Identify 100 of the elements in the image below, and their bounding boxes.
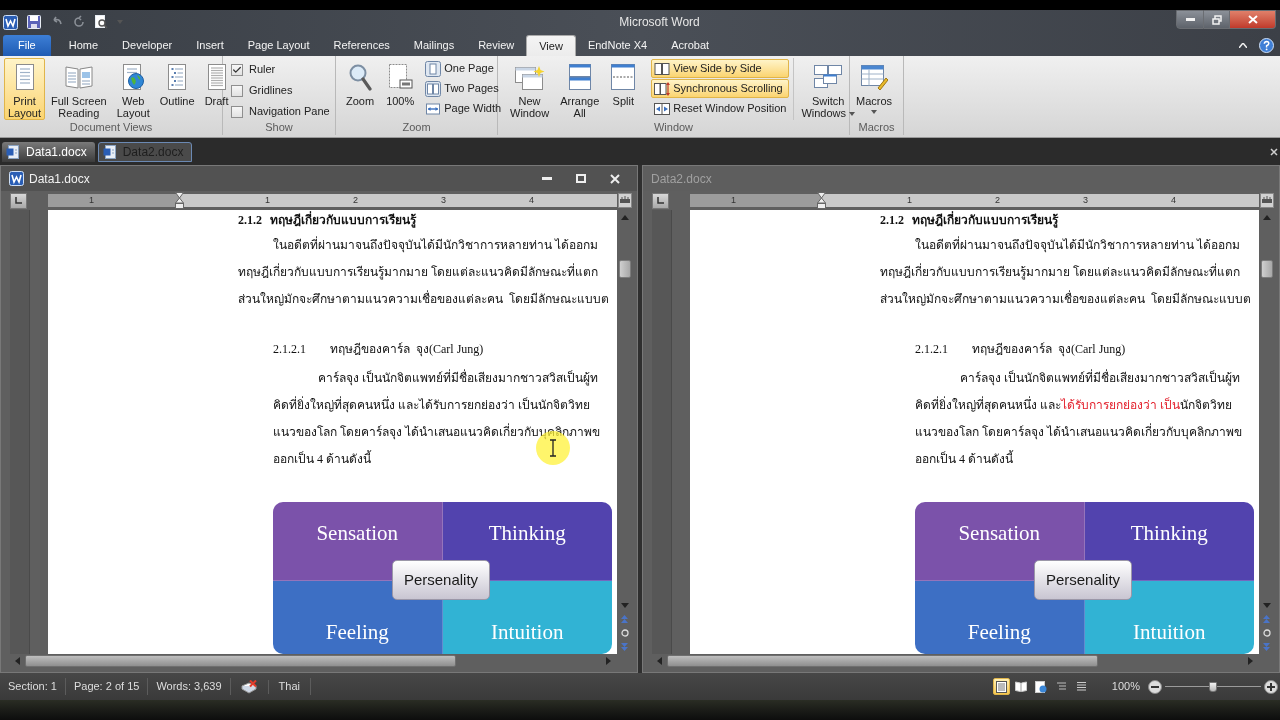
ribbon-button[interactable]: Print Layout (4, 58, 46, 120)
close-button[interactable] (1230, 10, 1276, 29)
page-zoom-icon (387, 62, 414, 91)
circle-icon (1262, 629, 1271, 637)
ribbon-tab[interactable]: Page Layout (235, 35, 322, 56)
ribbon-button[interactable]: Two Pages (422, 79, 505, 98)
ribbon-button[interactable]: Draft (200, 58, 233, 120)
file-tab[interactable]: File (3, 35, 51, 56)
text-line: ทฤษฎีเกี่ยวกับแบบการเรียนรู้มากมาย โดยแต่ละแนวคิดมีลักษณะที่แตก (880, 265, 1240, 279)
status-page[interactable]: Page: 2 of 15 (65, 678, 149, 695)
tab-stop-icon (657, 197, 664, 204)
ribbon-button[interactable]: 100% (382, 58, 419, 120)
status-word-count[interactable]: Words: 3,639 (148, 678, 231, 695)
zoom-level-label[interactable]: 100% (1111, 678, 1140, 695)
ribbon-button[interactable]: New Window (506, 58, 554, 120)
ruler-number: 3 (1083, 194, 1088, 207)
group-label: Macros (858, 120, 895, 135)
heading-number: 2.1.2.1 (273, 341, 307, 358)
view-button[interactable] (992, 678, 1010, 695)
zoom-out-button[interactable] (1148, 679, 1162, 694)
two-pages-icon (425, 80, 442, 97)
window-title: Microsoft Word (619, 14, 700, 31)
browse-object-button[interactable] (1262, 626, 1271, 640)
right-arrow-icon (605, 657, 611, 665)
heading-text: ทฤษฎีของคาร์ล จุง(Carl Jung) (972, 341, 1126, 359)
window-title: Data1.docx (29, 170, 90, 188)
ribbon-tab[interactable]: Home (56, 35, 111, 56)
page-icon (995, 680, 1007, 693)
close-icon (1247, 15, 1258, 24)
heading-number: 2.1.2 (880, 213, 905, 228)
ribbon-button[interactable]: Page Width (422, 99, 505, 118)
ribbon-tab[interactable]: Review (466, 35, 527, 56)
slider-thumb[interactable] (1209, 681, 1217, 692)
checkbox[interactable] (231, 105, 243, 118)
ribbon-button[interactable]: Web Layout (112, 58, 154, 120)
ribbon-tab[interactable]: References (321, 35, 402, 56)
ribbon-button[interactable]: Outline (155, 58, 199, 120)
text-line: ในอดีตที่ผ่านมาจนถึงปัจจุบันได้มีนักวิชาการหลายท่าน ได้ออกม (273, 238, 598, 252)
ribbon-tab[interactable]: Mailings (401, 35, 467, 56)
checkbox[interactable] (231, 84, 243, 97)
save-icon[interactable] (27, 15, 41, 29)
window-title: Data2.docx (651, 170, 712, 188)
check-icon (232, 64, 242, 75)
scroll-right-button[interactable] (1245, 655, 1255, 667)
checkbox[interactable] (231, 63, 243, 76)
ribbon-button[interactable]: Zoom (342, 58, 379, 120)
view-ruler-button[interactable] (617, 193, 632, 208)
ribbon-tab[interactable]: Developer (110, 35, 185, 56)
ribbon-tab[interactable]: Acrobat (659, 35, 722, 56)
ribbon-button[interactable]: Split (606, 58, 641, 120)
ribbon-button[interactable]: Synchronous Scrolling (651, 79, 790, 98)
scroll-thumb[interactable] (667, 655, 1098, 667)
view-button[interactable] (1012, 678, 1030, 695)
circle-icon (620, 629, 629, 637)
tab-selector[interactable] (652, 192, 669, 209)
heading-text: ทฤษฎีของคาร์ล จุง(Carl Jung) (330, 341, 484, 359)
group-label: Zoom (402, 120, 431, 135)
ribbon-button[interactable]: One Page (422, 59, 505, 78)
document-tab[interactable]: Data1.docx (2, 142, 95, 162)
side-by-side-icon (654, 60, 671, 77)
restore-button[interactable] (1204, 10, 1230, 29)
scroll-thumb[interactable] (618, 260, 631, 278)
text-line: ออกเป็น 4 ด้านดังนี้ (273, 452, 371, 466)
tab-stop-icon (15, 197, 22, 204)
text-line: แนวของโลก โดยคาร์ลจุง ได้นำเสนอแนวคิดเกี่ยวกับบุคลิกภาพข (273, 425, 600, 439)
ruler-toggle-icon (1261, 196, 1272, 205)
status-section: Section: 1 (8, 678, 66, 695)
ruler-toggle-icon (619, 196, 630, 205)
macro-table-icon (860, 63, 889, 90)
ribbon-button[interactable]: Arrange All (556, 58, 604, 120)
ribbon-tab[interactable]: EndNote X4 (575, 35, 660, 56)
close-icon (1270, 148, 1278, 156)
text-line: คาร์ลจุง เป็นนักจิตแพทย์ที่มีชื่อเสียงมากชาวสวิสเป็นผู้ท (960, 371, 1240, 385)
dropdown-caret-icon (849, 112, 855, 117)
stacked-windows-icon (566, 62, 593, 91)
tab-selector[interactable] (10, 192, 27, 209)
view-ruler-button[interactable] (1259, 193, 1274, 208)
minus-icon (1151, 685, 1159, 688)
print-preview-icon[interactable] (94, 15, 108, 29)
scroll-right-button[interactable] (603, 655, 613, 667)
ruler-number: 2 (353, 194, 358, 207)
web-page-icon (120, 62, 147, 91)
scroll-thumb[interactable] (1260, 260, 1273, 278)
zoom-in-button[interactable] (1264, 679, 1278, 694)
minimize-button[interactable] (1176, 10, 1204, 29)
ribbon-button[interactable]: Full Screen Reading (47, 58, 111, 120)
draft-icon (1075, 681, 1087, 692)
ribbon-button[interactable]: Reset Window Position (651, 99, 790, 118)
restore-icon (1211, 14, 1222, 25)
text-line: แนวของโลก โดยคาร์ลจุง ได้นำเสนอแนวคิดเกี่ยวกับบุคลิกภาพข (915, 425, 1242, 439)
ribbon-button[interactable]: View Side by Side (651, 59, 790, 78)
status-language[interactable]: Thai (268, 678, 311, 695)
ribbon-tab[interactable]: View (526, 35, 576, 56)
close-icon (610, 173, 620, 184)
browse-object-button[interactable] (620, 626, 629, 640)
ribbon-button[interactable]: Macros (852, 58, 897, 120)
ribbon-tab[interactable]: Insert (184, 35, 236, 56)
chevron-up-icon (1239, 43, 1247, 48)
scroll-thumb[interactable] (25, 655, 456, 667)
spelling-book-icon (240, 679, 258, 694)
